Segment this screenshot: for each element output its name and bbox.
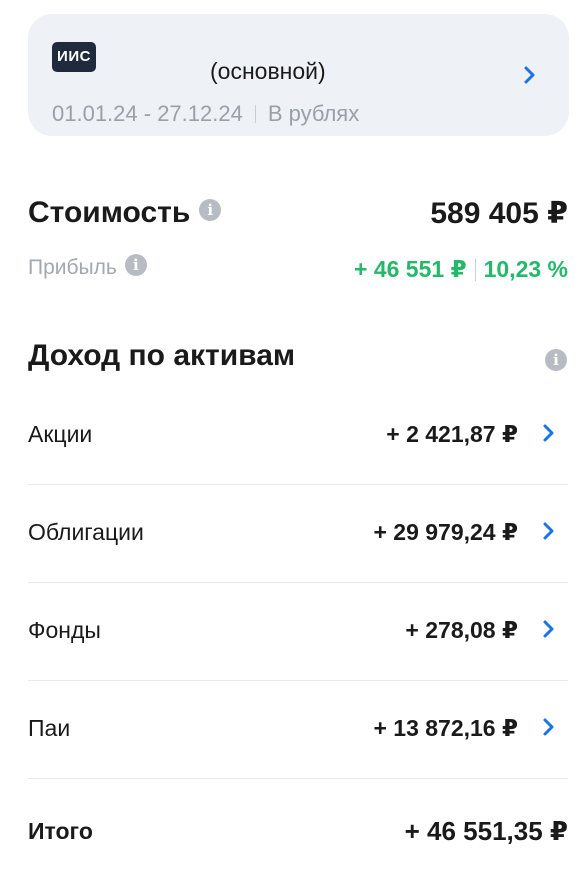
- income-row-stocks[interactable]: Акции + 2 421,87 ₽: [28, 387, 568, 485]
- row-divider: [28, 778, 568, 779]
- portfolio-value: 589 405 ₽: [430, 197, 568, 230]
- row-value: + 13 872,16 ₽: [373, 715, 518, 741]
- account-period: 01.01.24 - 27.12.24: [52, 101, 243, 126]
- account-card[interactable]: ИИС (основной) 01.01.24 - 27.12.24 В руб…: [28, 14, 569, 136]
- profit-amount: + 46 551 ₽: [354, 256, 467, 282]
- row-value: + 29 979,24 ₽: [373, 519, 518, 545]
- total-label: Итого: [28, 818, 93, 844]
- profit-label: Прибыль i: [28, 254, 147, 280]
- row-label: Акции: [28, 421, 93, 447]
- account-currency: В рублях: [267, 101, 360, 126]
- row-label: Фонды: [28, 617, 101, 643]
- total-value: + 46 551,35 ₽: [404, 816, 568, 846]
- profit-label-text: Прибыль: [28, 256, 117, 279]
- value-title: Стоимость i: [28, 196, 222, 230]
- row-value: + 278,08 ₽: [405, 617, 518, 643]
- info-icon[interactable]: i: [124, 254, 147, 276]
- iis-badge: ИИС: [52, 42, 96, 72]
- profit-divider: [474, 258, 476, 281]
- meta-divider: [254, 105, 256, 123]
- account-name: (основной): [210, 58, 326, 84]
- row-label: Облигации: [28, 519, 144, 545]
- income-title: Доход по активам: [28, 339, 296, 372]
- chevron-right-icon[interactable]: [542, 718, 556, 736]
- income-row-funds[interactable]: Фонды + 278,08 ₽: [28, 583, 568, 681]
- row-label: Паи: [28, 715, 71, 741]
- account-meta: 01.01.24 - 27.12.24 В рублях: [52, 101, 359, 127]
- value-title-text: Стоимость: [28, 196, 191, 229]
- chevron-right-icon[interactable]: [542, 424, 556, 442]
- chevron-right-icon[interactable]: [542, 620, 556, 638]
- info-icon[interactable]: i: [545, 349, 567, 371]
- row-value: + 2 421,87 ₽: [386, 421, 518, 447]
- income-row-shares[interactable]: Паи + 13 872,16 ₽: [28, 681, 568, 779]
- chevron-right-icon[interactable]: [542, 522, 556, 540]
- info-icon[interactable]: i: [199, 199, 222, 221]
- profit-values: + 46 551 ₽ 10,23 %: [354, 256, 568, 283]
- profit-percent: 10,23 %: [483, 256, 568, 282]
- chevron-right-icon[interactable]: [523, 66, 537, 84]
- income-row-bonds[interactable]: Облигации + 29 979,24 ₽: [28, 485, 568, 583]
